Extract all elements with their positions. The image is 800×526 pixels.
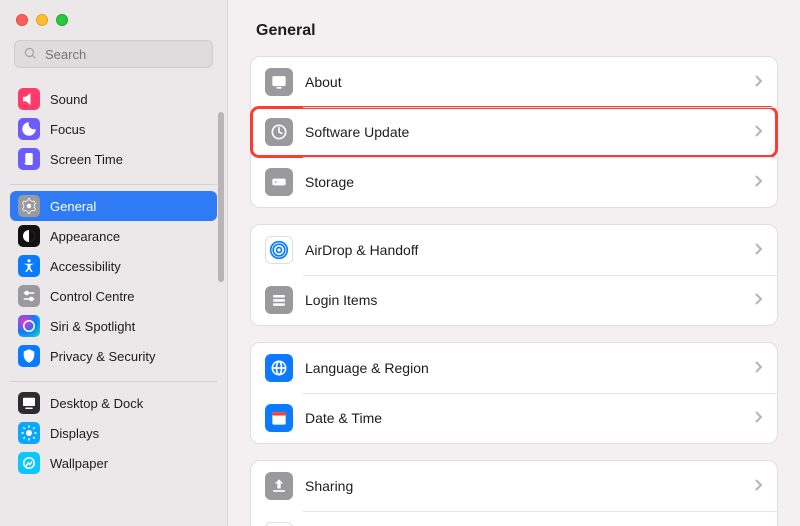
close-window-button[interactable] xyxy=(16,14,28,26)
minimize-window-button[interactable] xyxy=(36,14,48,26)
chevron-right-icon xyxy=(755,75,763,90)
chevron-right-icon xyxy=(755,175,763,190)
row-label: Login Items xyxy=(305,292,755,308)
privacy-icon xyxy=(18,345,40,367)
sidebar-item-appearance[interactable]: Appearance xyxy=(10,221,217,251)
about-icon xyxy=(265,68,293,96)
software-update-icon xyxy=(265,118,293,146)
sidebar-item-label: Wallpaper xyxy=(50,456,108,471)
sound-icon xyxy=(18,88,40,110)
row-date-time[interactable]: Date & Time xyxy=(251,393,777,443)
sidebar-item-label: Accessibility xyxy=(50,259,121,274)
row-language-region[interactable]: Language & Region xyxy=(251,343,777,393)
sidebar-item-privacy-security[interactable]: Privacy & Security xyxy=(10,341,217,371)
sidebar-item-label: Appearance xyxy=(50,229,120,244)
displays-icon xyxy=(18,422,40,444)
sidebar-item-label: Focus xyxy=(50,122,85,137)
focus-icon xyxy=(18,118,40,140)
sidebar-item-label: Desktop & Dock xyxy=(50,396,143,411)
settings-section: Sharing Time Machine xyxy=(250,460,778,526)
chevron-right-icon xyxy=(755,293,763,308)
row-airdrop-handoff[interactable]: AirDrop & Handoff xyxy=(251,225,777,275)
sharing-icon xyxy=(265,472,293,500)
row-label: Software Update xyxy=(305,124,755,140)
row-sharing[interactable]: Sharing xyxy=(251,461,777,511)
settings-section: Language & Region Date & Time xyxy=(250,342,778,444)
chevron-right-icon xyxy=(755,361,763,376)
sidebar-item-wallpaper[interactable]: Wallpaper xyxy=(10,448,217,478)
sidebar: Sound Focus Screen Time xyxy=(0,0,228,526)
sidebar-item-label: Screen Time xyxy=(50,152,123,167)
sidebar-item-label: Privacy & Security xyxy=(50,349,155,364)
wallpaper-icon xyxy=(18,452,40,474)
search-input[interactable] xyxy=(43,46,223,63)
row-label: About xyxy=(305,74,755,90)
sidebar-item-displays[interactable]: Displays xyxy=(10,418,217,448)
control-centre-icon xyxy=(18,285,40,307)
sidebar-item-screen-time[interactable]: Screen Time xyxy=(10,144,217,174)
appearance-icon xyxy=(18,225,40,247)
row-label: Sharing xyxy=(305,478,755,494)
sidebar-item-general[interactable]: General xyxy=(10,191,217,221)
row-label: Language & Region xyxy=(305,360,755,376)
sidebar-item-label: Control Centre xyxy=(50,289,135,304)
airdrop-icon xyxy=(265,236,293,264)
sidebar-item-control-centre[interactable]: Control Centre xyxy=(10,281,217,311)
chevron-right-icon xyxy=(755,243,763,258)
sidebar-item-label: General xyxy=(50,199,96,214)
chevron-right-icon xyxy=(755,411,763,426)
page-title: General xyxy=(250,0,778,56)
settings-window: Sound Focus Screen Time xyxy=(0,0,800,526)
gear-icon xyxy=(18,195,40,217)
settings-section: About Software Update Storage xyxy=(250,56,778,208)
sidebar-item-accessibility[interactable]: Accessibility xyxy=(10,251,217,281)
sidebar-item-label: Displays xyxy=(50,426,99,441)
accessibility-icon xyxy=(18,255,40,277)
login-items-icon xyxy=(265,286,293,314)
sidebar-item-desktop-dock[interactable]: Desktop & Dock xyxy=(10,388,217,418)
chevron-right-icon xyxy=(755,125,763,140)
sidebar-item-focus[interactable]: Focus xyxy=(10,114,217,144)
storage-icon xyxy=(265,168,293,196)
search-icon xyxy=(23,46,43,63)
language-region-icon xyxy=(265,354,293,382)
desktop-dock-icon xyxy=(18,392,40,414)
row-login-items[interactable]: Login Items xyxy=(251,275,777,325)
sidebar-item-label: Sound xyxy=(50,92,88,107)
row-label: AirDrop & Handoff xyxy=(305,242,755,258)
row-about[interactable]: About xyxy=(251,57,777,107)
row-software-update[interactable]: Software Update xyxy=(251,107,777,157)
time-machine-icon xyxy=(265,522,293,526)
settings-section: AirDrop & Handoff Login Items xyxy=(250,224,778,326)
siri-icon xyxy=(18,315,40,337)
row-time-machine[interactable]: Time Machine xyxy=(251,511,777,526)
row-label: Date & Time xyxy=(305,410,755,426)
row-label: Storage xyxy=(305,174,755,190)
window-controls xyxy=(0,0,227,36)
zoom-window-button[interactable] xyxy=(56,14,68,26)
screen-time-icon xyxy=(18,148,40,170)
sidebar-item-label: Siri & Spotlight xyxy=(50,319,135,334)
chevron-right-icon xyxy=(755,479,763,494)
sidebar-item-siri-spotlight[interactable]: Siri & Spotlight xyxy=(10,311,217,341)
sidebar-scrollbar-thumb[interactable] xyxy=(218,112,224,282)
search-field[interactable] xyxy=(14,40,213,68)
main-pane: General About Software Update xyxy=(228,0,800,526)
date-time-icon xyxy=(265,404,293,432)
row-storage[interactable]: Storage xyxy=(251,157,777,207)
sidebar-item-sound[interactable]: Sound xyxy=(10,84,217,114)
